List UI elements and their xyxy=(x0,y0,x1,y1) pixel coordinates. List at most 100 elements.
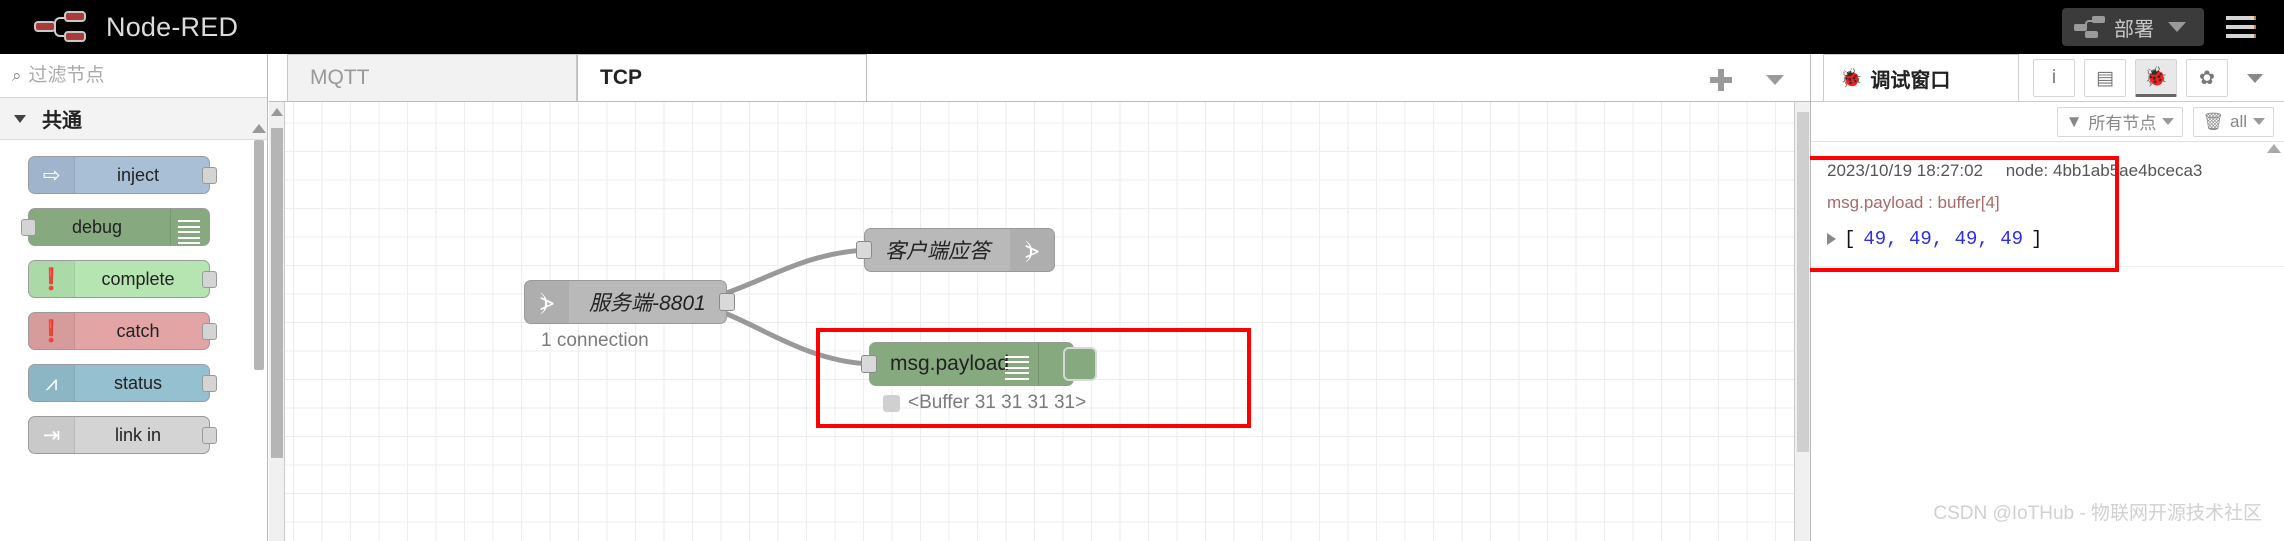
search-icon: ⌕ xyxy=(12,65,22,85)
info-icon[interactable]: i xyxy=(2033,59,2075,97)
node-input-port[interactable] xyxy=(856,241,872,259)
link-in-icon: ⇥ xyxy=(29,417,75,453)
palette-node-complete[interactable]: ❗ complete xyxy=(28,260,217,298)
chevron-down-icon xyxy=(2162,118,2175,125)
chevron-down-icon[interactable] xyxy=(2247,73,2263,83)
palette-node-label: catch xyxy=(116,320,160,341)
bug-icon: 🐞 xyxy=(1840,67,1863,88)
flow-node-tcp-server[interactable]: ⦔ 服务端-8801 xyxy=(524,280,735,324)
node-output-port[interactable] xyxy=(202,167,217,184)
info-icon-glyph: i xyxy=(2051,67,2057,88)
flow-node-debug[interactable]: msg.payload xyxy=(861,342,1098,386)
tab-mqtt[interactable]: MQTT xyxy=(287,54,577,101)
gear-icon[interactable]: ✿ xyxy=(2186,59,2228,97)
sidebar-header: 🐞 调试窗口 i ▤ 🐞 ✿ xyxy=(1811,54,2284,102)
canvas-scrollbar-right[interactable] xyxy=(1794,102,1810,541)
palette-node-label: complete xyxy=(101,268,175,289)
bug-icon-glyph: 🐞 xyxy=(2144,67,2168,88)
debug-scroll-up-arrow[interactable] xyxy=(2267,144,2281,153)
hamburger-menu-icon[interactable] xyxy=(2226,11,2284,43)
palette-node-inject[interactable]: ⇨ inject xyxy=(28,156,217,194)
node-output-port[interactable] xyxy=(202,427,217,444)
tab-tcp[interactable]: TCP xyxy=(577,54,867,101)
deploy-button-label: 部署 xyxy=(2114,18,2154,41)
palette-node-debug[interactable]: debug xyxy=(21,208,210,247)
palette-node-list: ⇨ inject debug ❗ complete ❗ catch ⩘ stat… xyxy=(0,140,267,454)
watermark: CSDN @IoTHub - 物联网开源技术社区 xyxy=(1933,503,2262,524)
tab-label: MQTT xyxy=(310,66,370,89)
pulse-wave-icon: ⩘ xyxy=(29,365,75,401)
flow-node-status: 1 connection xyxy=(541,330,649,352)
sidebar-tab-debug[interactable]: 🐞 调试窗口 xyxy=(1823,54,2019,101)
header-actions: 部署 xyxy=(2062,0,2284,54)
list-bars-icon xyxy=(178,217,200,247)
flow-node-status-label: 1 connection xyxy=(541,330,649,351)
plus-icon[interactable] xyxy=(1710,69,1732,91)
tabbar-actions xyxy=(1710,69,1810,101)
debug-message-topic: msg.payload : buffer[4] xyxy=(1827,193,2000,213)
tab-label: TCP xyxy=(600,66,642,89)
list-bars-icon xyxy=(1005,352,1030,384)
node-output-port[interactable] xyxy=(202,271,217,288)
palette-search-input[interactable] xyxy=(28,64,219,87)
close-bracket: ] xyxy=(2031,227,2043,250)
flow-node-label: 服务端-8801 xyxy=(589,292,706,315)
scrollbar-thumb[interactable] xyxy=(271,128,283,458)
deploy-nodes-icon xyxy=(2074,15,2106,39)
palette-node-catch[interactable]: ❗ catch xyxy=(28,312,217,350)
debug-sidebar: 🐞 调试窗口 i ▤ 🐞 ✿ ▼ 所有节点 🗑 all 2023/10/19 1… xyxy=(1799,54,2284,541)
node-output-port[interactable] xyxy=(202,375,217,392)
tcp-wave-icon: ⦔ xyxy=(525,281,569,323)
palette-node-label: link in xyxy=(114,424,162,445)
chevron-down-icon xyxy=(2253,118,2265,125)
palette-scroll-up-arrow[interactable] xyxy=(252,124,266,133)
debug-message-item[interactable]: 2023/10/19 18:27:02 node: 4bb1ab5ae4bcec… xyxy=(1811,148,2284,268)
node-input-port[interactable] xyxy=(861,355,877,373)
palette-node-link-in[interactable]: ⇥ link in xyxy=(28,416,217,454)
flow-node-status: <Buffer 31 31 31 31> xyxy=(883,392,1086,414)
node-palette: ⌕ 共通 ⇨ inject debug ❗ complete xyxy=(0,54,268,541)
chevron-down-icon xyxy=(14,114,26,123)
book-icon[interactable]: ▤ xyxy=(2084,59,2126,97)
node-output-port[interactable] xyxy=(718,293,735,311)
arrow-right-icon: ⇨ xyxy=(29,157,75,193)
debug-message-list[interactable]: 2023/10/19 18:27:02 node: 4bb1ab5ae4bcec… xyxy=(1811,142,2284,268)
debug-enable-toggle[interactable] xyxy=(1063,347,1098,381)
node-output-port[interactable] xyxy=(202,323,217,340)
status-dot-icon xyxy=(883,394,900,412)
scroll-up-arrow-icon[interactable] xyxy=(271,108,283,116)
brand: Node-RED xyxy=(0,10,238,44)
debug-message-value[interactable]: [ 49, 49, 49, 49 ] xyxy=(1827,225,2270,254)
trash-icon: 🗑 xyxy=(2202,111,2224,131)
deploy-dropdown-caret-icon[interactable] xyxy=(2168,22,2186,32)
flow-node-status-label: <Buffer 31 31 31 31> xyxy=(908,392,1087,413)
debug-filter-button[interactable]: ▼ 所有节点 xyxy=(2056,106,2184,137)
expand-triangle-icon[interactable] xyxy=(1827,233,1836,246)
deploy-button[interactable]: 部署 xyxy=(2062,8,2204,46)
node-input-port[interactable] xyxy=(21,219,36,236)
exclamation-icon: ❗ xyxy=(29,313,75,349)
debug-message-node-id: node: 4bb1ab5ae4bceca3 xyxy=(2005,161,2203,180)
palette-scrollbar[interactable] xyxy=(254,140,264,370)
debug-message-meta: 2023/10/19 18:27:02 node: 4bb1ab5ae4bcec… xyxy=(1827,158,2270,184)
chevron-down-icon[interactable] xyxy=(1766,75,1784,85)
app-header: Node-RED 部署 xyxy=(0,0,2284,54)
sidebar-tab-label: 调试窗口 xyxy=(1870,69,1951,92)
app-title: Node-RED xyxy=(106,11,239,42)
scrollbar-thumb[interactable] xyxy=(1797,112,1809,452)
sidebar-icon-buttons: i ▤ 🐞 ✿ xyxy=(2033,59,2263,101)
exclamation-icon: ❗ xyxy=(29,261,75,297)
bug-icon[interactable]: 🐞 xyxy=(2135,59,2177,97)
palette-search-row: ⌕ xyxy=(0,54,267,98)
tcp-wave-icon: ⦔ xyxy=(1010,229,1054,271)
palette-node-status[interactable]: ⩘ status xyxy=(28,364,217,402)
node-red-logo-icon xyxy=(34,10,88,44)
flow-canvas[interactable]: ⦔ 服务端-8801 1 connection 客户端应答 ⦔ msg.payl… xyxy=(269,102,1810,541)
flow-node-tcp-response[interactable]: 客户端应答 ⦔ xyxy=(856,228,1055,272)
canvas-scrollbar-left[interactable] xyxy=(269,102,285,541)
debug-toolbar: ▼ 所有节点 🗑 all xyxy=(1811,102,2284,142)
debug-buffer-values: 49, 49, 49, 49 xyxy=(1863,227,2024,250)
palette-category-common[interactable]: 共通 xyxy=(0,98,267,140)
debug-clear-button[interactable]: 🗑 all xyxy=(2193,106,2274,137)
palette-node-label: status xyxy=(113,372,163,393)
